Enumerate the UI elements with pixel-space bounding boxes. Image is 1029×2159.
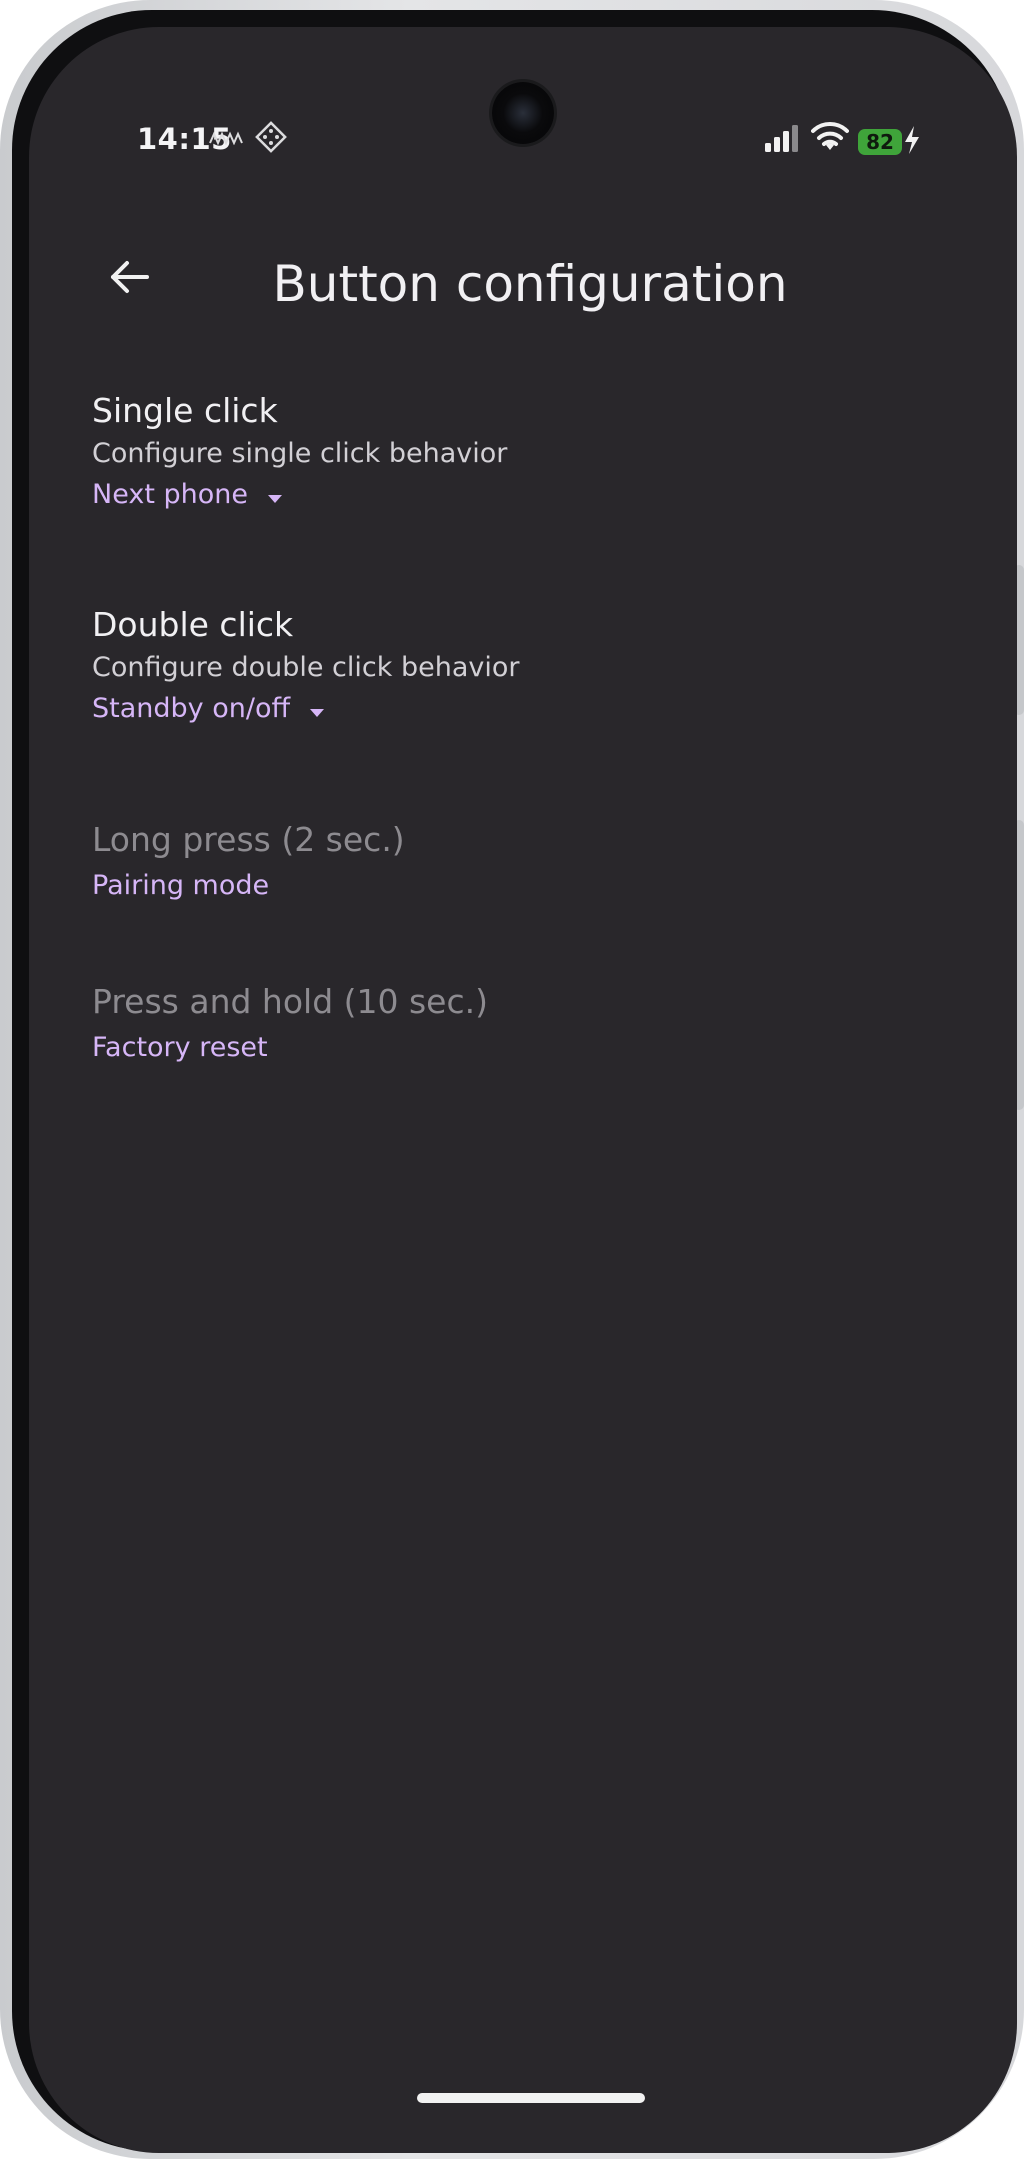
setting-title: Double click <box>92 605 294 644</box>
setting-value: Pairing mode <box>92 870 270 901</box>
dropdown-value: Next phone <box>92 479 248 510</box>
setting-value: Factory reset <box>92 1032 268 1063</box>
setting-double-click[interactable]: Double click Configure double click beha… <box>92 603 519 729</box>
home-indicator[interactable] <box>417 2093 645 2103</box>
setting-title: Press and hold (10 sec.) <box>92 982 488 1021</box>
cellular-signal-icon <box>765 125 798 152</box>
double-click-dropdown[interactable]: Standby on/off <box>92 689 325 729</box>
front-camera <box>492 82 554 144</box>
page-title: Button configuration <box>272 255 788 313</box>
phone-frame: 14:15 82 Button configuration Single cli… <box>0 0 1024 2159</box>
setting-single-click[interactable]: Single click Configure single click beha… <box>92 389 507 515</box>
setting-press-hold: Press and hold (10 sec.) Factory reset <box>92 980 488 1068</box>
wifi-icon <box>811 121 849 150</box>
phone-bezel: 14:15 82 Button configuration Single cli… <box>12 10 1017 2153</box>
diamond-grid-icon <box>255 121 287 153</box>
dropdown-value: Standby on/off <box>92 693 291 724</box>
charging-bolt-icon <box>905 126 919 154</box>
caret-down-icon <box>267 495 282 503</box>
setting-long-press: Long press (2 sec.) Pairing mode <box>92 818 405 906</box>
setting-description: Configure single click behavior <box>92 438 508 469</box>
setting-title: Single click <box>92 391 278 430</box>
caret-down-icon <box>310 709 325 717</box>
setting-title: Long press (2 sec.) <box>92 820 405 859</box>
setting-description: Configure double click behavior <box>92 652 520 683</box>
single-click-dropdown[interactable]: Next phone <box>92 475 282 515</box>
signal-wave-icon <box>209 131 243 145</box>
screen: 14:15 82 Button configuration Single cli… <box>29 27 1017 2153</box>
battery-icon: 82 <box>858 129 902 155</box>
